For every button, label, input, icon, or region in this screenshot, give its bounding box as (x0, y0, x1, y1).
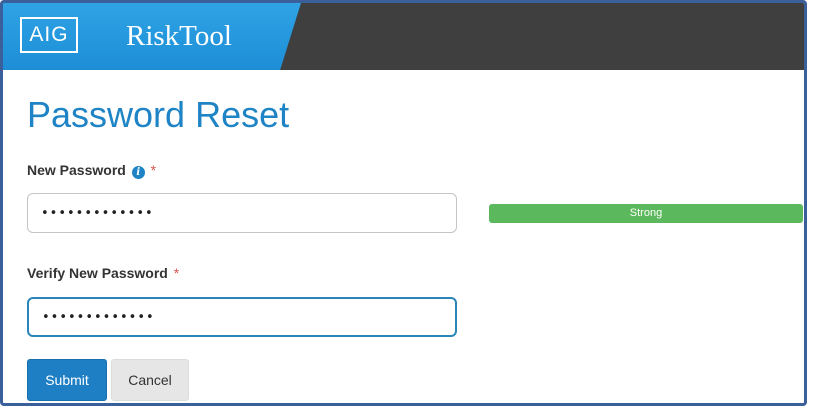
cancel-button[interactable]: Cancel (111, 359, 189, 401)
page-title: Password Reset (27, 94, 290, 135)
verify-password-label: Verify New Password * (27, 265, 179, 281)
required-asterisk: * (150, 162, 157, 178)
new-password-input[interactable] (27, 193, 457, 233)
app-name: RiskTool (126, 20, 232, 52)
new-password-label: New Password i * (27, 162, 156, 179)
required-asterisk: * (173, 265, 180, 281)
info-circle-icon[interactable]: i (131, 166, 145, 179)
aig-logo: AIG (20, 17, 78, 53)
password-strength-meter: Strong (489, 204, 803, 223)
submit-button[interactable]: Submit (27, 359, 107, 401)
top-header-bar: AIG RiskTool (3, 3, 804, 70)
brand-banner: AIG RiskTool (3, 3, 301, 70)
verify-password-label-text: Verify New Password (27, 265, 168, 281)
new-password-label-text: New Password (27, 162, 126, 178)
verify-password-input[interactable] (27, 297, 457, 337)
app-window: AIG RiskTool Password Reset New Password… (0, 0, 807, 406)
